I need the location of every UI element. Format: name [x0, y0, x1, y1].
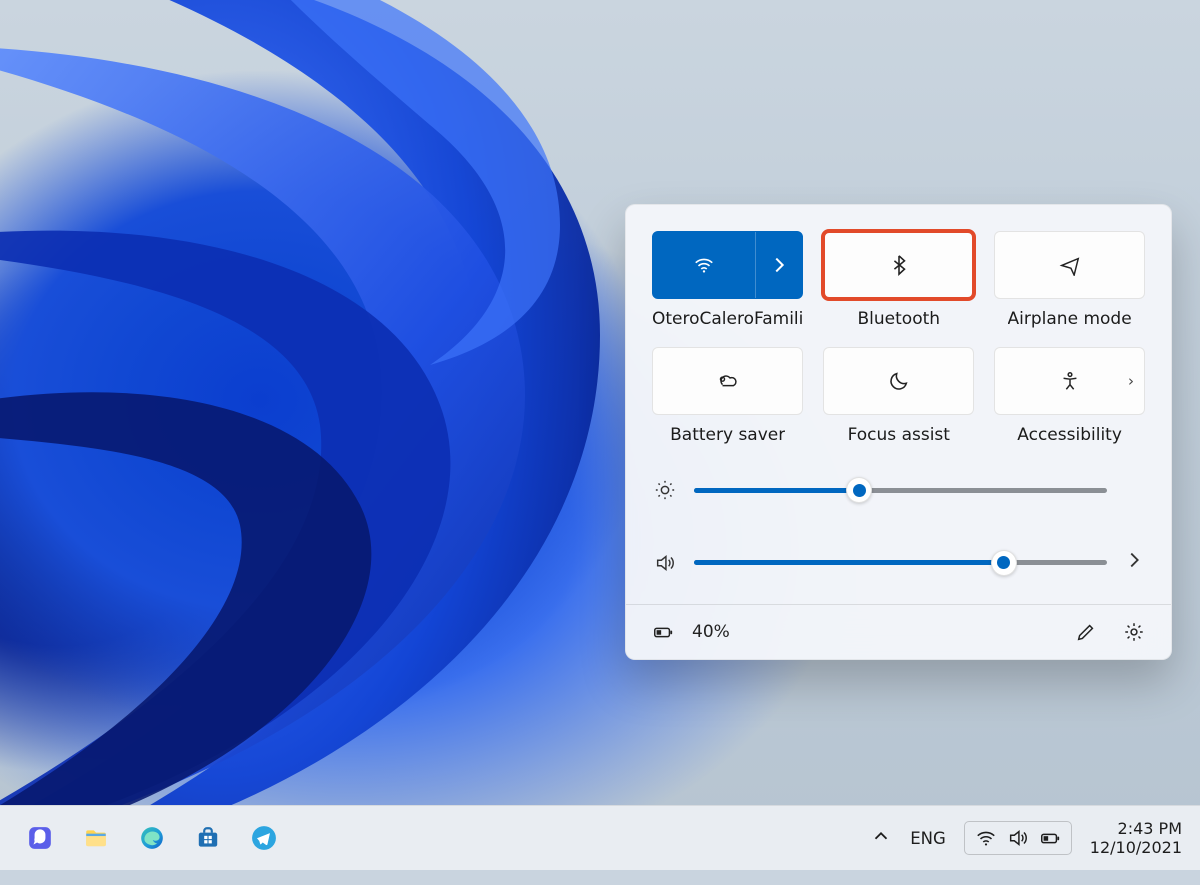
edit-quick-settings-button[interactable]: [1067, 617, 1105, 647]
volume-slider[interactable]: [694, 560, 1107, 565]
taskbar-app-edge[interactable]: [130, 816, 174, 860]
chevron-right-icon: ›: [1128, 372, 1134, 390]
tray-overflow-button[interactable]: [870, 825, 892, 851]
taskbar-app-explorer[interactable]: [74, 816, 118, 860]
taskbar: ENG 2:43 PM 12/10/2021: [0, 805, 1200, 870]
bluetooth-toggle[interactable]: [823, 231, 974, 299]
taskbar-apps: [18, 816, 286, 860]
battery-status[interactable]: [644, 617, 682, 647]
clock-time: 2:43 PM: [1090, 819, 1182, 838]
volume-icon: [654, 552, 676, 574]
accessibility-icon: [1059, 370, 1081, 392]
bluetooth-icon: [888, 254, 910, 276]
wifi-expand-button[interactable]: [756, 232, 802, 298]
language-indicator[interactable]: ENG: [910, 829, 946, 848]
airplane-mode-toggle[interactable]: [994, 231, 1145, 299]
chevron-right-icon: [768, 254, 790, 276]
clock-date: 12/10/2021: [1090, 838, 1182, 857]
pencil-icon: [1075, 621, 1097, 643]
system-tray: ENG 2:43 PM 12/10/2021: [870, 819, 1182, 857]
accessibility-label: Accessibility: [1017, 425, 1122, 445]
gear-icon: [1123, 621, 1145, 643]
brightness-icon: [654, 479, 676, 501]
quick-settings-footer: 40%: [626, 604, 1171, 659]
wifi-label: OteroCaleroFamili: [652, 309, 803, 329]
brightness-slider[interactable]: [694, 488, 1107, 493]
battery-saver-toggle[interactable]: [652, 347, 803, 415]
tray-system-icons[interactable]: [964, 821, 1072, 855]
quick-settings-panel: OteroCaleroFamili Bluetooth Airplane mod…: [625, 204, 1172, 660]
focus-assist-label: Focus assist: [848, 425, 950, 445]
wifi-icon: [693, 254, 715, 276]
chat-app-icon: [27, 825, 53, 851]
focus-assist-icon: [888, 370, 910, 392]
battery-icon: [1039, 827, 1061, 849]
battery-icon: [652, 621, 674, 643]
airplane-icon: [1059, 254, 1081, 276]
bluetooth-label: Bluetooth: [858, 309, 941, 329]
taskbar-clock[interactable]: 2:43 PM 12/10/2021: [1090, 819, 1182, 857]
settings-button[interactable]: [1115, 617, 1153, 647]
folder-app-icon: [83, 825, 109, 851]
store-app-icon: [195, 825, 221, 851]
edge-app-icon: [139, 825, 165, 851]
telegram-app-icon: [251, 825, 277, 851]
volume-icon: [1007, 827, 1029, 849]
wifi-toggle[interactable]: [652, 231, 803, 299]
wifi-icon: [975, 827, 997, 849]
brightness-slider-thumb[interactable]: [846, 477, 872, 503]
battery-saver-label: Battery saver: [670, 425, 785, 445]
volume-output-button[interactable]: [1123, 549, 1145, 576]
chevron-right-icon: [1123, 549, 1145, 571]
accessibility-toggle[interactable]: ›: [994, 347, 1145, 415]
chevron-up-icon: [870, 825, 892, 847]
taskbar-app-chat[interactable]: [18, 816, 62, 860]
taskbar-app-store[interactable]: [186, 816, 230, 860]
volume-slider-thumb[interactable]: [991, 550, 1017, 576]
airplane-mode-label: Airplane mode: [1008, 309, 1132, 329]
battery-percent-text: 40%: [692, 622, 730, 642]
focus-assist-toggle[interactable]: [823, 347, 974, 415]
battery-saver-icon: [717, 370, 739, 392]
wifi-toggle-main[interactable]: [653, 232, 755, 298]
quick-settings-tiles: OteroCaleroFamili Bluetooth Airplane mod…: [626, 205, 1171, 459]
taskbar-app-telegram[interactable]: [242, 816, 286, 860]
